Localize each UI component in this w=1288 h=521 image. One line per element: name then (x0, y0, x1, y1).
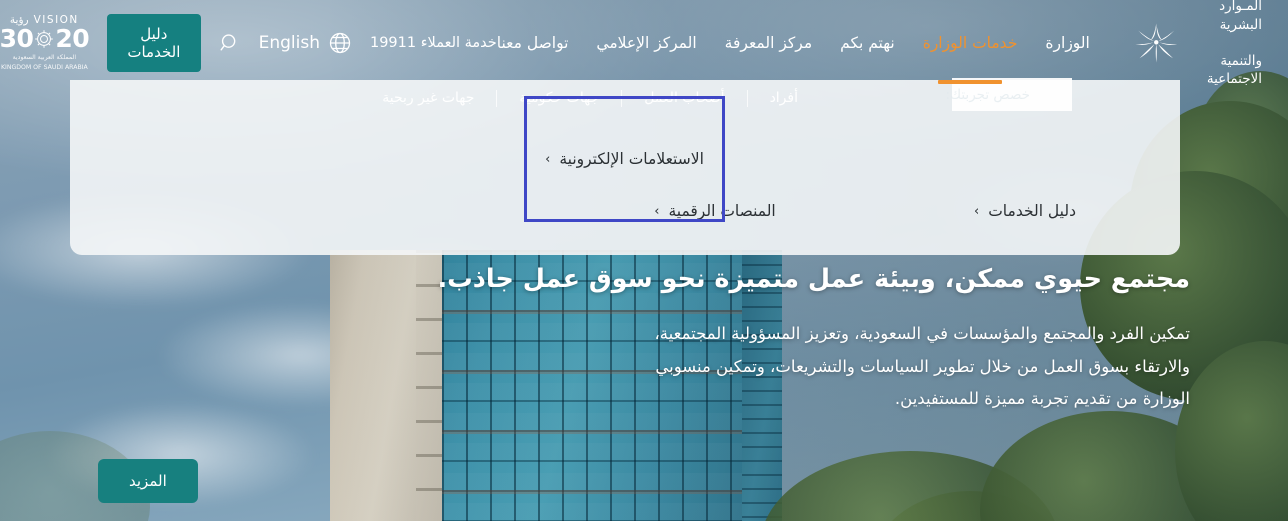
hero-description: تمكين الفرد والمجتمع والمؤسسات في السعود… (654, 324, 1190, 408)
chevron-left-icon: › (974, 203, 980, 219)
dropdown-link-label: الاستعلامات الإلكترونية (559, 150, 704, 168)
more-button[interactable]: المزيد (98, 459, 198, 503)
ministry-name: المـوارد البشرية والتنمية الاجتماعية (1189, 0, 1262, 107)
dropdown-link-e-inquiries[interactable]: الاستعلامات الإلكترونية › (524, 96, 725, 222)
search-button[interactable] (219, 32, 241, 54)
chevron-left-icon: › (545, 151, 551, 167)
language-switch-button[interactable]: English (259, 31, 352, 55)
globe-icon (329, 32, 351, 54)
saudi-emblem-icon (35, 29, 54, 48)
vision-logo-year: 20 30 (0, 24, 90, 54)
customer-service-number[interactable]: خدمة العملاء 19911 (370, 35, 497, 51)
vision-logo-kingdom: المملكة العربية السعودية KINGDOM OF SAUD… (0, 53, 89, 72)
nav-item-media-center[interactable]: المركز الإعلامي (596, 30, 696, 56)
header-brand-area: المـوارد البشرية والتنمية الاجتماعية الو… (497, 0, 1262, 107)
nav-item-knowledge-center[interactable]: مركز المعرفة (725, 30, 812, 56)
nav-item-contact-us[interactable]: تواصل معنا (497, 30, 569, 56)
vision-year-left: 20 (55, 24, 90, 54)
nav-item-we-care[interactable]: نهتم بكم (840, 30, 895, 56)
search-icon (220, 34, 235, 51)
hero-text-block: مجتمع حيوي ممكن، وبيئة عمل متميزة نحو سو… (0, 262, 1288, 415)
ministry-name-line-1: المـوارد البشرية (1219, 0, 1262, 33)
dropdown-link-label: دليل الخدمات (988, 202, 1076, 220)
hero-title: مجتمع حيوي ممكن، وبيئة عمل متميزة نحو سو… (437, 264, 1190, 294)
main-navigation: الوزارة خدمات الوزارة نهتم بكم مركز المع… (497, 30, 1090, 56)
vision-2030-logo[interactable]: VISION رؤية 20 30 المملكة العربية السعود… (0, 14, 90, 72)
saudi-palm-star-icon (1135, 23, 1177, 63)
site-header: المـوارد البشرية والتنمية الاجتماعية الو… (0, 0, 1288, 87)
services-guide-button[interactable]: دليل الخدمات (107, 14, 201, 72)
language-switch-label: English (258, 33, 320, 53)
kingdom-name-en: KINGDOM OF SAUDI ARABIA (0, 63, 88, 71)
nav-item-ministry[interactable]: الوزارة (1045, 30, 1089, 56)
nav-item-ministry-services[interactable]: خدمات الوزارة (923, 30, 1018, 56)
header-utility-area: خدمة العملاء 19911 English دليل الخدمات … (0, 14, 497, 72)
kingdom-name-ar: المملكة العربية السعودية (12, 54, 77, 62)
dropdown-link-services-guide[interactable]: دليل الخدمات › (870, 202, 1180, 220)
ministry-name-line-2: والتنمية الاجتماعية (1206, 53, 1262, 88)
vision-year-right: 30 (0, 24, 34, 54)
ministry-logo[interactable]: المـوارد البشرية والتنمية الاجتماعية (1134, 0, 1262, 107)
audience-tab-nonprofit[interactable]: جهات غير ربحية (360, 90, 496, 106)
